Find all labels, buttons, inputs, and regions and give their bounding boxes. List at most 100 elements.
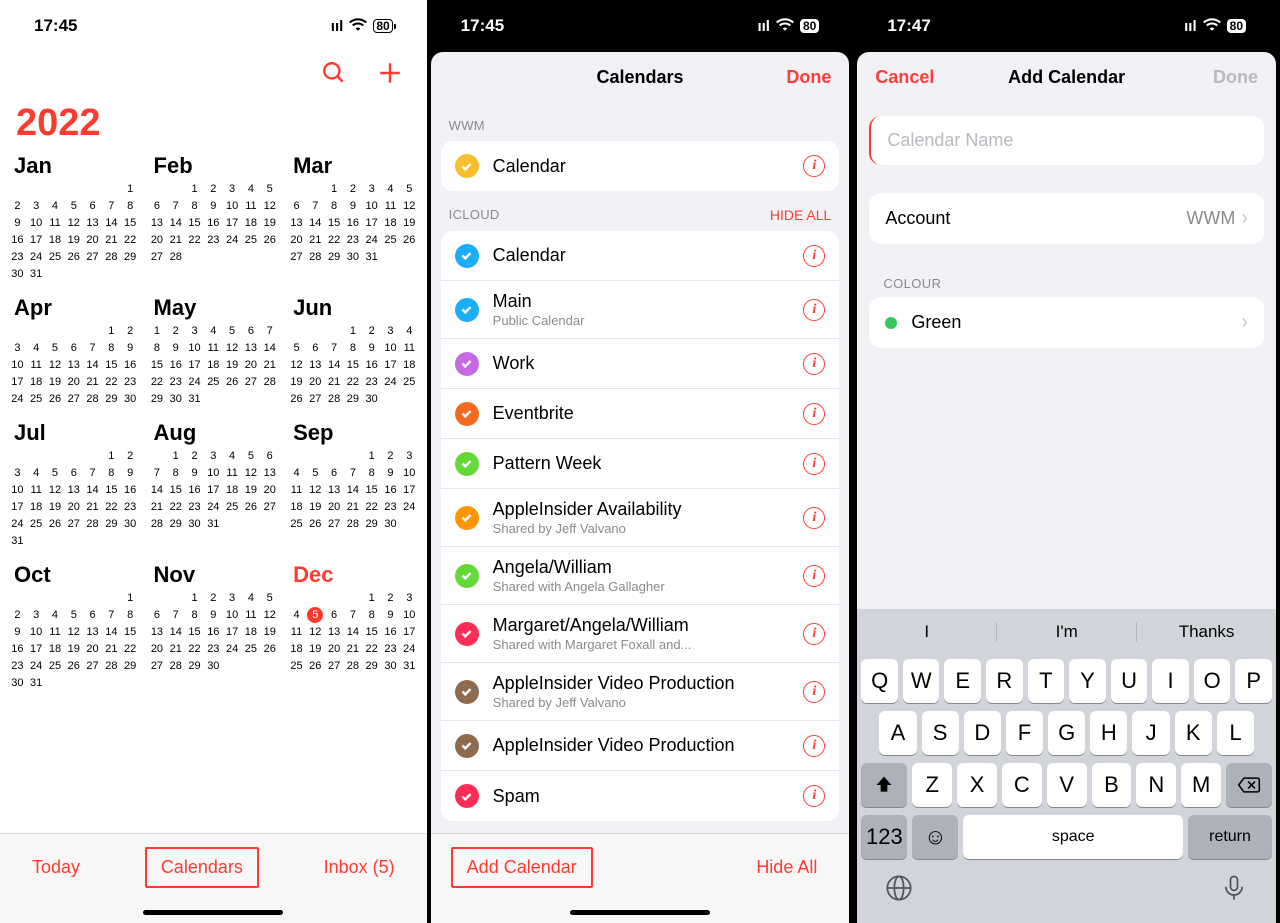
key-a[interactable]: A bbox=[879, 711, 916, 755]
key-n[interactable]: N bbox=[1136, 763, 1176, 807]
info-icon[interactable]: i bbox=[803, 681, 825, 703]
inbox-button[interactable]: Inbox (5) bbox=[312, 849, 407, 886]
key-o[interactable]: O bbox=[1194, 659, 1231, 703]
check-icon[interactable] bbox=[455, 622, 479, 646]
key-t[interactable]: T bbox=[1028, 659, 1065, 703]
calendars-button[interactable]: Calendars bbox=[145, 847, 259, 888]
calendar-row[interactable]: AppleInsider Video Productioni bbox=[441, 721, 840, 771]
key-l[interactable]: L bbox=[1217, 711, 1254, 755]
calendar-row[interactable]: AppleInsider Video ProductionShared by J… bbox=[441, 663, 840, 721]
check-icon[interactable] bbox=[455, 564, 479, 588]
key-u[interactable]: U bbox=[1111, 659, 1148, 703]
backspace-key[interactable] bbox=[1226, 763, 1272, 807]
key-r[interactable]: R bbox=[986, 659, 1023, 703]
calendar-name-input[interactable] bbox=[869, 116, 1264, 165]
key-z[interactable]: Z bbox=[912, 763, 952, 807]
calendar-row[interactable]: Eventbritei bbox=[441, 389, 840, 439]
check-icon[interactable] bbox=[455, 680, 479, 704]
key-m[interactable]: M bbox=[1181, 763, 1221, 807]
month-apr[interactable]: Apr.....12345678910111213141516171819202… bbox=[6, 293, 142, 414]
month-sep[interactable]: Sep....123456789101112131415161718192021… bbox=[285, 418, 421, 556]
cancel-button[interactable]: Cancel bbox=[875, 67, 934, 88]
check-icon[interactable] bbox=[455, 734, 479, 758]
home-indicator[interactable] bbox=[143, 910, 283, 915]
month-oct[interactable]: Oct......1234567891011121314151617181920… bbox=[6, 560, 142, 698]
key-h[interactable]: H bbox=[1090, 711, 1127, 755]
keyboard[interactable]: II'mThanks QWERTYUIOPASDFGHJKLZXCVBNM 12… bbox=[857, 609, 1276, 923]
calendar-row[interactable]: MainPublic Calendari bbox=[441, 281, 840, 339]
check-icon[interactable] bbox=[455, 402, 479, 426]
search-icon[interactable] bbox=[321, 60, 347, 91]
suggestion[interactable]: Thanks bbox=[1137, 622, 1276, 642]
calendar-row[interactable]: Pattern Weeki bbox=[441, 439, 840, 489]
done-button[interactable]: Done bbox=[786, 67, 831, 88]
key-y[interactable]: Y bbox=[1069, 659, 1106, 703]
month-jan[interactable]: Jan......1234567891011121314151617181920… bbox=[6, 151, 142, 289]
month-jun[interactable]: Jun...1234567891011121314151617181920212… bbox=[285, 293, 421, 414]
key-j[interactable]: J bbox=[1132, 711, 1169, 755]
check-icon[interactable] bbox=[455, 352, 479, 376]
key-x[interactable]: X bbox=[957, 763, 997, 807]
calendar-row[interactable]: Margaret/Angela/WilliamShared with Marga… bbox=[441, 605, 840, 663]
key-c[interactable]: C bbox=[1002, 763, 1042, 807]
suggestion[interactable]: I bbox=[857, 622, 997, 642]
month-mar[interactable]: Mar..12345678910111213141516171819202122… bbox=[285, 151, 421, 289]
today-button[interactable]: Today bbox=[20, 849, 92, 886]
globe-icon[interactable] bbox=[885, 874, 913, 909]
info-icon[interactable]: i bbox=[803, 353, 825, 375]
month-may[interactable]: May1234567891011121314151617181920212223… bbox=[146, 293, 282, 414]
month-feb[interactable]: Feb..12345678910111213141516171819202122… bbox=[146, 151, 282, 289]
month-aug[interactable]: Aug.123456789101112131415161718192021222… bbox=[146, 418, 282, 556]
info-icon[interactable]: i bbox=[803, 245, 825, 267]
check-icon[interactable] bbox=[455, 506, 479, 530]
calendar-row[interactable]: Calendari bbox=[441, 231, 840, 281]
info-icon[interactable]: i bbox=[803, 565, 825, 587]
done-button[interactable]: Done bbox=[1213, 67, 1258, 88]
key-e[interactable]: E bbox=[944, 659, 981, 703]
key-b[interactable]: B bbox=[1092, 763, 1132, 807]
num-key[interactable]: 123 bbox=[861, 815, 907, 859]
info-icon[interactable]: i bbox=[803, 453, 825, 475]
colour-row[interactable]: Green › bbox=[869, 297, 1264, 348]
calendar-row[interactable]: Angela/WilliamShared with Angela Gallagh… bbox=[441, 547, 840, 605]
calendar-row[interactable]: Worki bbox=[441, 339, 840, 389]
add-calendar-button[interactable]: Add Calendar bbox=[451, 847, 593, 888]
info-icon[interactable]: i bbox=[803, 403, 825, 425]
check-icon[interactable] bbox=[455, 298, 479, 322]
mic-icon[interactable] bbox=[1220, 874, 1248, 909]
calendar-row[interactable]: AppleInsider AvailabilityShared by Jeff … bbox=[441, 489, 840, 547]
month-nov[interactable]: Nov..12345678910111213141516171819202122… bbox=[146, 560, 282, 698]
key-i[interactable]: I bbox=[1152, 659, 1189, 703]
check-icon[interactable] bbox=[455, 154, 479, 178]
key-g[interactable]: G bbox=[1048, 711, 1085, 755]
key-k[interactable]: K bbox=[1175, 711, 1212, 755]
key-p[interactable]: P bbox=[1235, 659, 1272, 703]
return-key[interactable]: return bbox=[1188, 815, 1272, 859]
space-key[interactable]: space bbox=[963, 815, 1183, 859]
check-icon[interactable] bbox=[455, 244, 479, 268]
calendar-row[interactable]: Calendari bbox=[441, 141, 840, 191]
add-event-icon[interactable] bbox=[377, 60, 403, 91]
suggestion[interactable]: I'm bbox=[997, 622, 1137, 642]
home-indicator[interactable] bbox=[570, 910, 710, 915]
info-icon[interactable]: i bbox=[803, 785, 825, 807]
month-dec[interactable]: Dec....123456789101112131415161718192021… bbox=[285, 560, 421, 698]
info-icon[interactable]: i bbox=[803, 623, 825, 645]
hide-all-link[interactable]: HIDE ALL bbox=[770, 207, 831, 223]
hide-all-button[interactable]: Hide All bbox=[744, 849, 829, 886]
key-s[interactable]: S bbox=[922, 711, 959, 755]
info-icon[interactable]: i bbox=[803, 735, 825, 757]
key-v[interactable]: V bbox=[1047, 763, 1087, 807]
key-w[interactable]: W bbox=[903, 659, 940, 703]
month-jul[interactable]: Jul.....12345678910111213141516171819202… bbox=[6, 418, 142, 556]
key-d[interactable]: D bbox=[964, 711, 1001, 755]
info-icon[interactable]: i bbox=[803, 507, 825, 529]
calendar-row[interactable]: Spami bbox=[441, 771, 840, 821]
account-row[interactable]: Account WWM › bbox=[869, 193, 1264, 244]
emoji-key[interactable]: ☺ bbox=[912, 815, 958, 859]
months-grid[interactable]: Jan......1234567891011121314151617181920… bbox=[0, 151, 427, 698]
key-q[interactable]: Q bbox=[861, 659, 898, 703]
info-icon[interactable]: i bbox=[803, 155, 825, 177]
key-f[interactable]: F bbox=[1006, 711, 1043, 755]
info-icon[interactable]: i bbox=[803, 299, 825, 321]
